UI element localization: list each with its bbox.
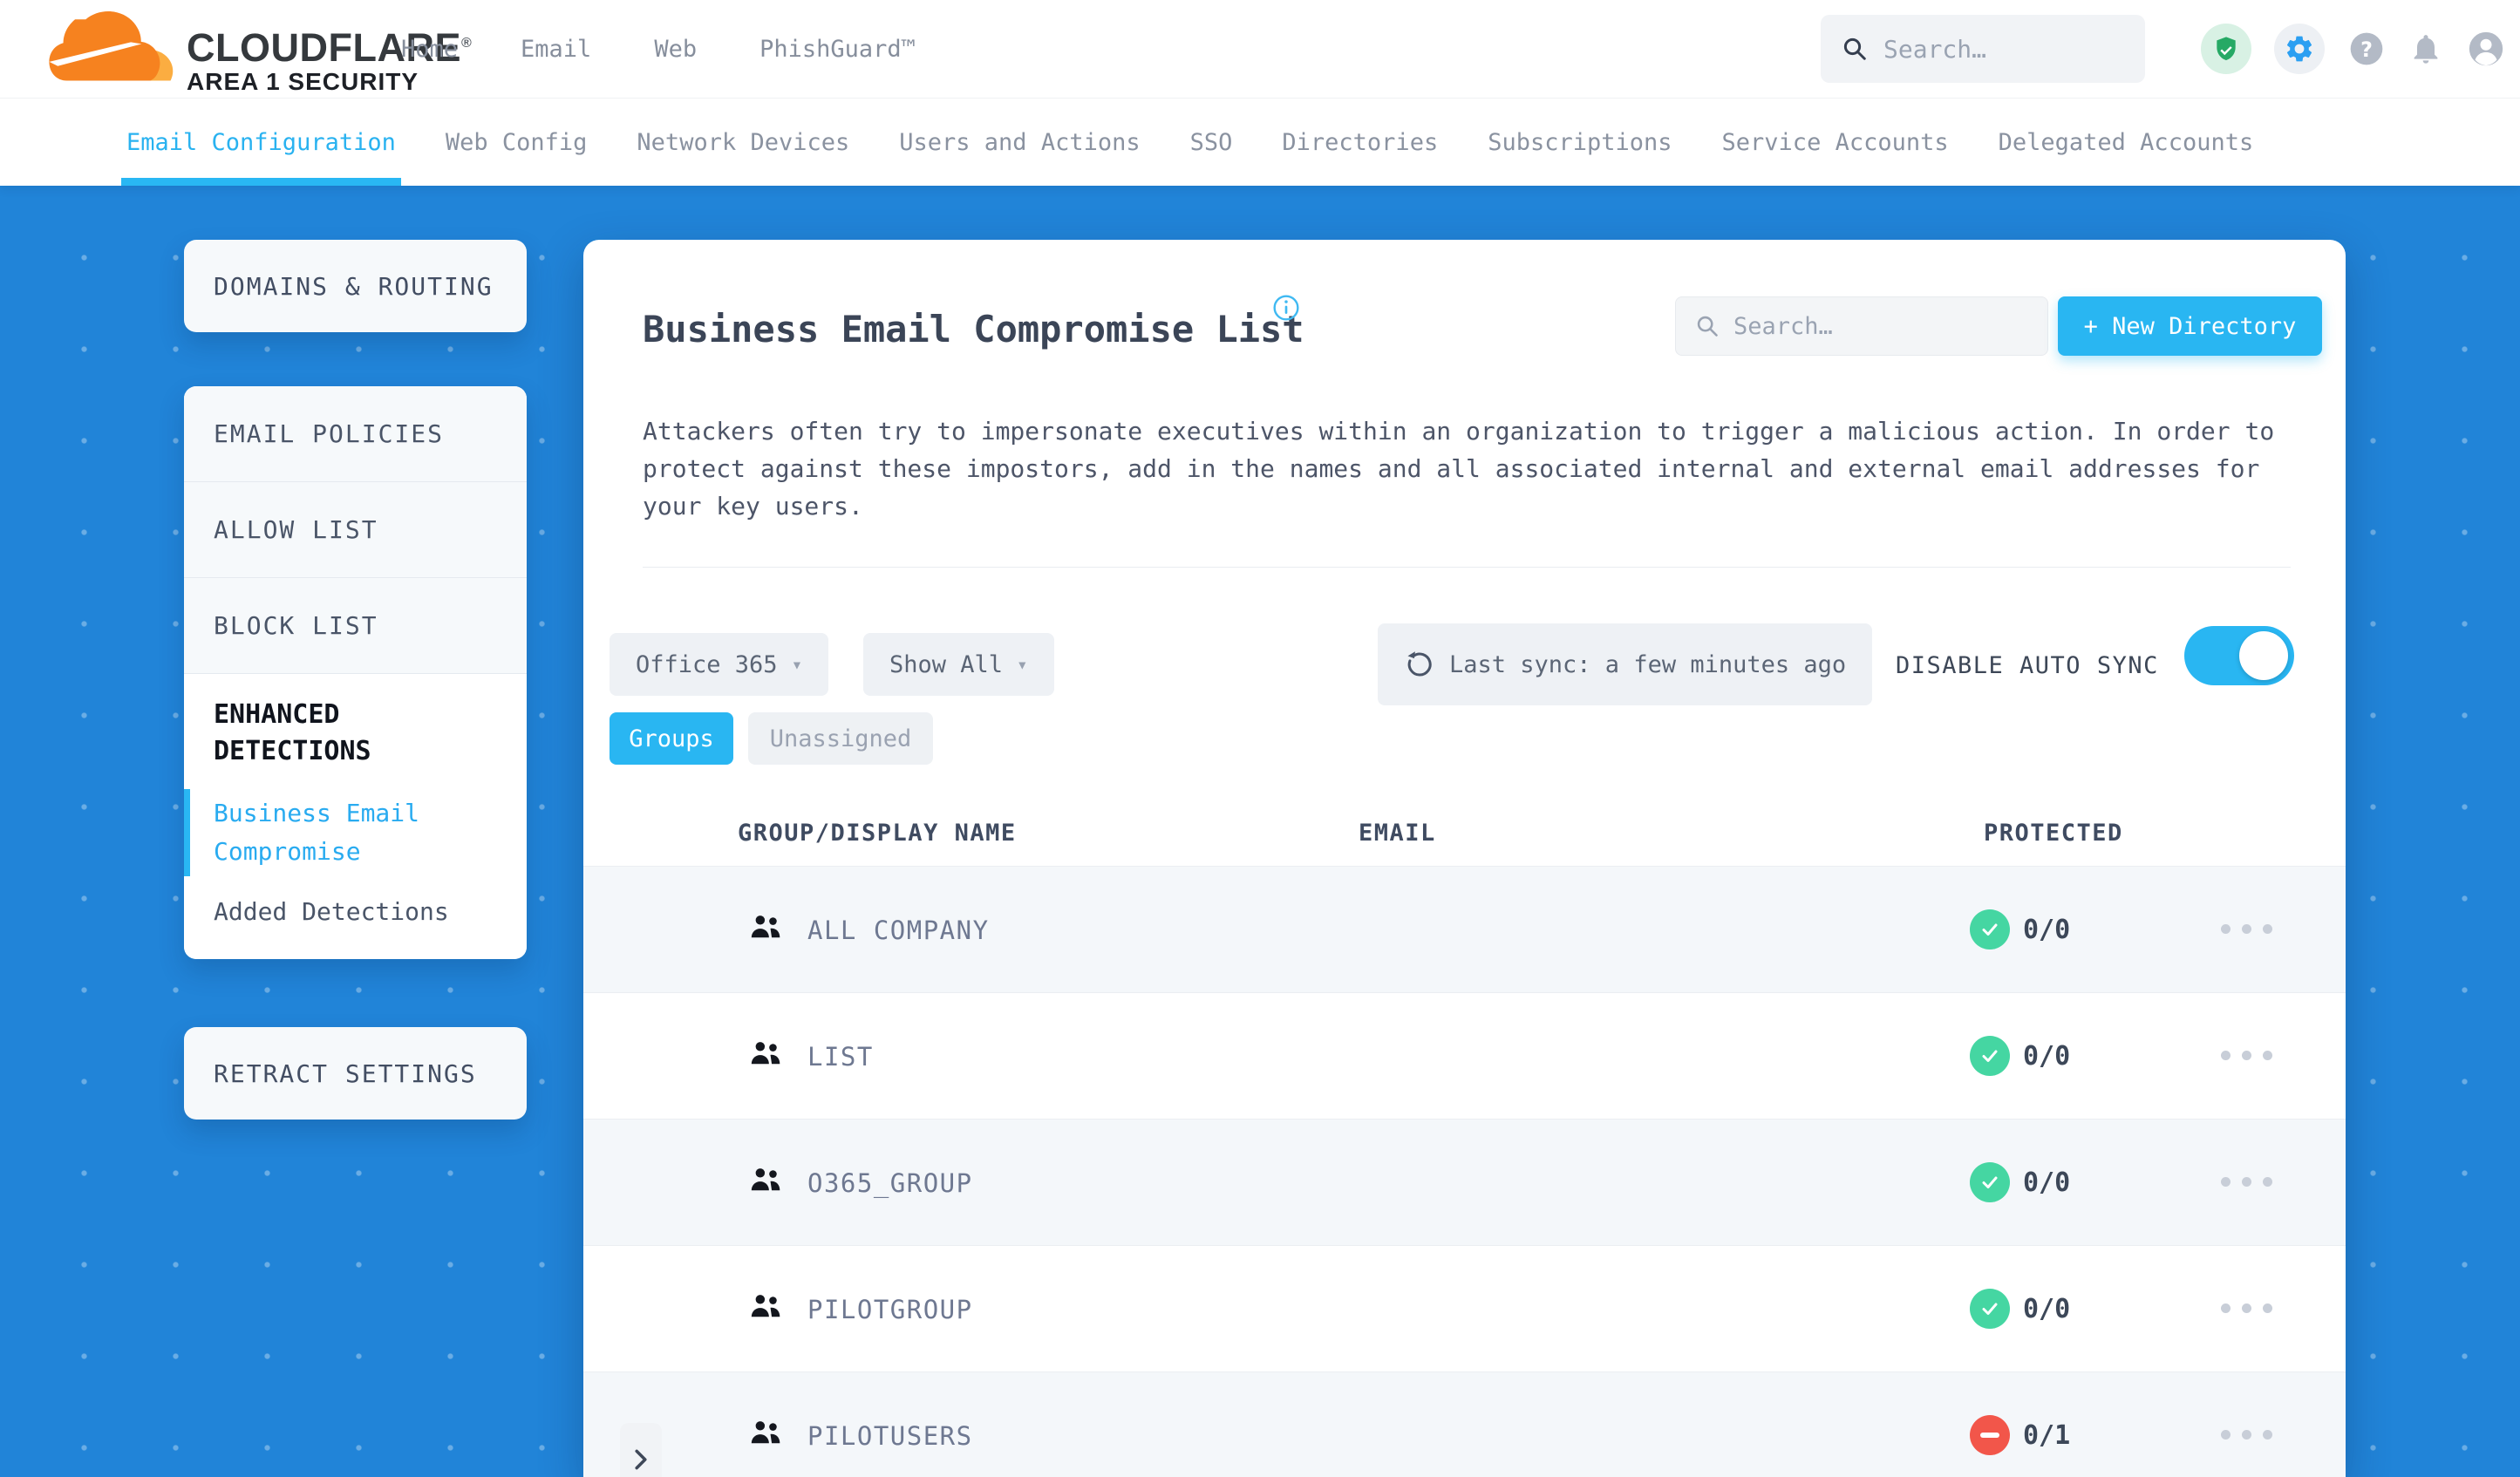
group-name: O365_GROUP	[807, 1168, 973, 1198]
last-sync-status: Last sync: a few minutes ago	[1378, 623, 1873, 705]
refresh-icon[interactable]	[1404, 649, 1435, 680]
page-description: Attackers often try to impersonate execu…	[643, 417, 2275, 521]
group-name: LIST	[807, 1042, 874, 1072]
protected-check-icon	[1970, 1289, 2010, 1329]
show-filter-value: Show All	[889, 650, 1004, 678]
directory-select-value: Office 365	[636, 650, 778, 678]
directory-select[interactable]: Office 365 ▾	[610, 633, 829, 696]
security-shield-icon[interactable]	[2201, 24, 2251, 74]
group-icon	[748, 1038, 783, 1072]
nav-web[interactable]: Web	[654, 36, 697, 63]
protected-count: 0/0	[2023, 1041, 2071, 1072]
new-directory-button[interactable]: + New Directory	[2058, 296, 2322, 356]
tab-subscriptions[interactable]: Subscriptions	[1488, 99, 1672, 186]
row-actions-button[interactable]	[2221, 1430, 2272, 1440]
protected-count: 0/1	[2023, 1420, 2071, 1451]
group-icon	[748, 1165, 783, 1198]
content-background: DOMAINS & ROUTING EMAIL POLICIES ALLOW L…	[0, 186, 2520, 1477]
tab-email-configuration[interactable]: Email Configuration	[121, 99, 401, 186]
account-avatar-icon[interactable]	[2466, 29, 2506, 69]
sidebar-item-email-policies[interactable]: EMAIL POLICIES	[184, 386, 527, 482]
sidebar-section-enhanced-detections: ENHANCED DETECTIONS Business Email Compr…	[184, 674, 527, 959]
group-icon	[748, 912, 783, 945]
table-row[interactable]: PILOTGROUP 0/0	[583, 1245, 2346, 1372]
nav-email[interactable]: Email	[521, 36, 591, 63]
row-actions-button[interactable]	[2221, 924, 2272, 934]
row-actions-button[interactable]	[2221, 1051, 2272, 1060]
search-icon	[1697, 316, 1718, 337]
not-protected-icon	[1970, 1415, 2010, 1455]
tab-unassigned[interactable]: Unassigned	[748, 712, 933, 765]
table-row[interactable]: ALL COMPANY 0/0	[583, 866, 2346, 992]
show-filter-select[interactable]: Show All ▾	[863, 633, 1054, 696]
enhanced-detections-title[interactable]: ENHANCED DETECTIONS	[214, 697, 497, 770]
primary-nav: Home Email Web PhishGuard™	[401, 0, 916, 98]
info-icon[interactable]	[1272, 294, 1300, 325]
chevron-down-icon: ▾	[791, 654, 803, 675]
protected-check-icon	[1970, 909, 2010, 950]
tab-users-and-actions[interactable]: Users and Actions	[899, 99, 1140, 186]
list-search-input[interactable]	[1733, 312, 2013, 340]
settings-gear-icon[interactable]	[2274, 24, 2325, 74]
sidebar-item-domains-routing[interactable]: DOMAINS & ROUTING	[184, 240, 527, 332]
group-name: PILOTGROUP	[807, 1295, 973, 1324]
group-name: PILOTUSERS	[807, 1421, 973, 1451]
table-row[interactable]: PILOTUSERS 0/1	[583, 1372, 2346, 1477]
global-search-input[interactable]	[1883, 34, 2110, 64]
last-sync-text: Last sync: a few minutes ago	[1449, 650, 1847, 678]
table-body: ALL COMPANY 0/0 LIST 0/0 O365_GROUP 0/0 …	[583, 866, 2346, 1477]
notifications-bell-icon[interactable]	[2408, 31, 2443, 66]
row-actions-button[interactable]	[2221, 1177, 2272, 1187]
protected-check-icon	[1970, 1036, 2010, 1076]
auto-sync-toggle[interactable]	[2184, 626, 2294, 685]
header-icons: ?	[2201, 0, 2506, 98]
chevron-right-icon	[635, 1449, 647, 1470]
cloudflare-cloud-icon	[49, 11, 174, 81]
column-protected: PROTECTED	[1984, 820, 2123, 847]
table-row[interactable]: O365_GROUP 0/0	[583, 1119, 2346, 1245]
chevron-down-icon: ▾	[1017, 654, 1028, 675]
global-search[interactable]	[1821, 15, 2145, 83]
sidebar-item-business-email-compromise[interactable]: Business Email Compromise	[184, 789, 497, 876]
sidebar-item-block-list[interactable]: BLOCK LIST	[184, 578, 527, 674]
tab-service-accounts[interactable]: Service Accounts	[1722, 99, 1949, 186]
sidebar-item-retract-settings[interactable]: RETRACT SETTINGS	[184, 1027, 527, 1120]
group-icon	[748, 1291, 783, 1324]
tab-delegated-accounts[interactable]: Delegated Accounts	[1999, 99, 2254, 186]
column-group-display-name: GROUP/DISPLAY NAME	[738, 820, 1017, 847]
search-icon	[1843, 37, 1866, 60]
toggle-knob	[2239, 631, 2288, 680]
nav-home[interactable]: Home	[401, 36, 458, 63]
tab-web-config[interactable]: Web Config	[446, 99, 588, 186]
protected-count: 0/0	[2023, 915, 2071, 945]
group-icon	[748, 1418, 783, 1451]
nav-phishguard[interactable]: PhishGuard™	[759, 36, 916, 63]
svg-text:?: ?	[2360, 37, 2373, 62]
auto-sync-label: DISABLE AUTO SYNC	[1896, 652, 2159, 679]
sidebar-item-added-detections[interactable]: Added Detections	[214, 897, 497, 926]
row-actions-button[interactable]	[2221, 1303, 2272, 1313]
table-header: GROUP/DISPLAY NAME EMAIL PROTECTED	[583, 820, 2346, 866]
tab-network-devices[interactable]: Network Devices	[637, 99, 849, 186]
group-name: ALL COMPANY	[807, 915, 990, 945]
tab-sso[interactable]: SSO	[1190, 99, 1233, 186]
sidebar-menu-card: EMAIL POLICIES ALLOW LIST BLOCK LIST ENH…	[184, 386, 527, 959]
section-nav: Email Configuration Web Config Network D…	[0, 98, 2520, 186]
list-search[interactable]	[1675, 296, 2048, 356]
column-email: EMAIL	[1359, 820, 1436, 847]
page-title: Business Email Compromise List	[643, 308, 1304, 351]
table-row[interactable]: LIST 0/0	[583, 992, 2346, 1119]
main-panel: Business Email Compromise List + New Dir…	[583, 240, 2346, 1477]
sidebar-item-allow-list[interactable]: ALLOW LIST	[184, 482, 527, 578]
expand-row-button[interactable]	[620, 1423, 662, 1477]
protected-count: 0/0	[2023, 1294, 2071, 1324]
divider	[643, 567, 2291, 568]
protected-check-icon	[1970, 1162, 2010, 1202]
top-header: CLOUDFLARE® AREA 1 SECURITY Home Email W…	[0, 0, 2520, 98]
tab-groups[interactable]: Groups	[610, 712, 733, 765]
protected-count: 0/0	[2023, 1167, 2071, 1198]
tab-directories[interactable]: Directories	[1282, 99, 1438, 186]
help-icon[interactable]: ?	[2347, 30, 2386, 68]
